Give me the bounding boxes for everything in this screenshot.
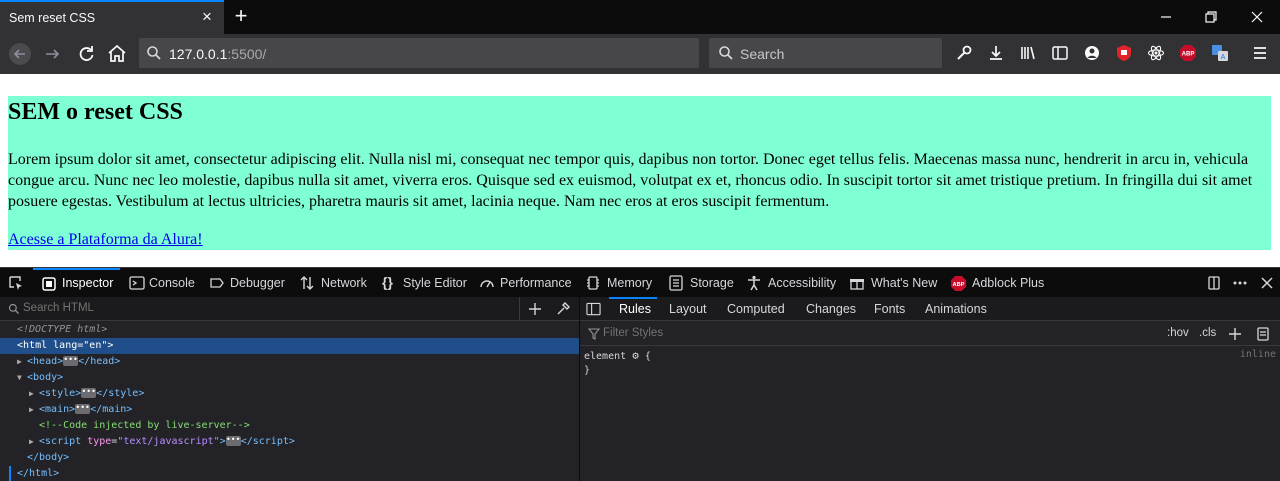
tab-strip: Sem reset CSS × + (0, 0, 1280, 34)
inspector-icon (42, 277, 56, 291)
tree-node-script[interactable]: ▶ <script type="text/javascript">•••</scr… (29, 434, 295, 450)
tree-node-main[interactable]: ▶ <main>•••</main> (29, 402, 132, 418)
memory-icon (587, 276, 599, 290)
filter-icon (588, 328, 600, 340)
sidebar-icon[interactable] (1051, 44, 1069, 62)
tab-title: Sem reset CSS (9, 11, 96, 25)
sidebar-tabs: Rules Layout Computed Changes Fonts Anim… (580, 297, 1280, 321)
filter-styles-input[interactable]: Filter Styles :hov .cls (580, 322, 1280, 346)
minimize-icon[interactable] (1157, 8, 1175, 26)
url-bar[interactable]: 127.0.0.1:5500/ (139, 38, 699, 68)
toggle-sidebar-icon[interactable] (586, 302, 601, 316)
alura-link[interactable]: Acesse a Plataforma da Alura! (8, 231, 203, 249)
rules-panel: Rules Layout Computed Changes Fonts Anim… (580, 297, 1280, 481)
tab-style-editor[interactable]: {} Style Editor (381, 268, 469, 297)
close-window-icon[interactable] (1248, 8, 1266, 26)
main-section: SEM o reset CSS Lorem ipsum dolor sit am… (8, 96, 1271, 250)
search-icon (719, 46, 733, 60)
tree-node-html[interactable]: <html lang="en"> (0, 338, 579, 354)
selection-indicator (9, 466, 11, 481)
gift-icon (850, 279, 864, 290)
element-picker-icon[interactable] (8, 275, 24, 291)
eyedropper-icon[interactable] (556, 302, 570, 316)
tab-storage[interactable]: Storage (666, 268, 736, 297)
account-icon[interactable] (1083, 44, 1101, 62)
tab-debugger[interactable]: Debugger (207, 268, 289, 297)
braces-icon: {} (382, 274, 393, 290)
svg-text:ABP: ABP (1182, 52, 1195, 58)
url-text: 127.0.0.1:5500/ (169, 46, 267, 62)
tree-node-comment[interactable]: <!--Code injected by live-server--> (39, 418, 250, 434)
print-media-icon[interactable] (1256, 327, 1270, 341)
tab-adblock-plus[interactable]: ABP Adblock Plus (948, 268, 1048, 297)
devtools-toolbar: Inspector Console Debugger Network {} St… (0, 267, 1280, 297)
menu-icon[interactable] (1251, 44, 1269, 62)
page-heading: SEM o reset CSS (8, 99, 183, 125)
search-placeholder: Search (740, 46, 785, 62)
markup-panel: Search HTML <!DOCTYPE html> <html lang="… (0, 297, 579, 481)
tab-animations[interactable]: Animations (918, 297, 1000, 321)
svg-text:ABP: ABP (953, 282, 965, 288)
performance-icon (480, 280, 494, 288)
toolbar-divider (519, 297, 520, 321)
tab-layout[interactable]: Layout (662, 297, 716, 321)
browser-tab[interactable]: Sem reset CSS × (0, 0, 224, 34)
back-icon[interactable] (8, 42, 32, 66)
adblock-plus-icon[interactable]: ABP (1179, 44, 1197, 62)
react-icon[interactable] (1147, 44, 1165, 62)
download-icon[interactable] (987, 44, 1005, 62)
dock-options-icon[interactable] (1206, 275, 1222, 291)
library-icon[interactable] (1019, 44, 1037, 62)
tree-node-html-close[interactable]: </html> (17, 466, 59, 481)
tab-network[interactable]: Network (297, 268, 371, 297)
forward-icon[interactable] (41, 42, 65, 66)
console-icon (129, 276, 145, 290)
debugger-icon (210, 278, 224, 288)
wrench-icon[interactable] (955, 44, 973, 62)
network-icon (300, 276, 314, 290)
web-search-bar[interactable]: Search (709, 38, 942, 68)
lorem-paragraph: Lorem ipsum dolor sit amet, consectetur … (8, 151, 1253, 210)
tab-rules[interactable]: Rules (609, 297, 657, 321)
cls-toggle[interactable]: .cls (1199, 327, 1216, 339)
tab-fonts[interactable]: Fonts (867, 297, 913, 321)
reload-icon[interactable] (74, 42, 98, 66)
tree-node-style[interactable]: ▶ <style>•••</style> (29, 386, 144, 402)
gear-icon[interactable]: ⚙ (632, 349, 639, 362)
restore-icon[interactable] (1202, 8, 1220, 26)
tab-computed[interactable]: Computed (720, 297, 790, 321)
web-page-viewport: SEM o reset CSS Lorem ipsum dolor sit am… (0, 74, 1280, 267)
tab-console[interactable]: Console (127, 268, 199, 297)
more-options-icon[interactable] (1232, 275, 1248, 291)
svg-text:A: A (1221, 54, 1226, 61)
element-rule: element ⚙ { } (584, 349, 651, 376)
tab-accessibility[interactable]: Accessibility (744, 268, 840, 297)
new-tab-icon[interactable]: + (231, 5, 251, 27)
storage-icon (669, 275, 683, 291)
search-html-input[interactable]: Search HTML (0, 297, 579, 321)
tab-inspector[interactable]: Inspector (33, 268, 120, 297)
hov-toggle[interactable]: :hov (1167, 327, 1189, 339)
close-devtools-icon[interactable] (1259, 275, 1275, 291)
accessibility-icon (748, 275, 760, 291)
tree-node-body[interactable]: ▼ <body> (17, 370, 63, 386)
tree-node-body-close[interactable]: </body> (27, 450, 69, 466)
search-icon (8, 303, 19, 314)
tree-node-doctype[interactable]: <!DOCTYPE html> (17, 322, 107, 338)
ublock-icon[interactable] (1115, 44, 1133, 62)
tab-whats-new[interactable]: What's New (847, 268, 941, 297)
tree-node-head[interactable]: ▶ <head>•••</head> (17, 354, 120, 370)
tab-memory[interactable]: Memory (583, 268, 658, 297)
close-tab-icon[interactable]: × (199, 8, 215, 25)
adblock-plus-icon: ABP (950, 275, 967, 292)
rule-source: inline (1239, 349, 1276, 360)
tab-changes[interactable]: Changes (799, 297, 861, 321)
tab-performance[interactable]: Performance (477, 268, 573, 297)
rule-selector: element (584, 351, 627, 362)
home-icon[interactable] (105, 42, 129, 66)
search-icon (147, 46, 161, 60)
add-node-icon[interactable] (528, 302, 542, 316)
add-rule-icon[interactable] (1228, 327, 1242, 341)
translate-icon[interactable]: A (1211, 44, 1229, 62)
